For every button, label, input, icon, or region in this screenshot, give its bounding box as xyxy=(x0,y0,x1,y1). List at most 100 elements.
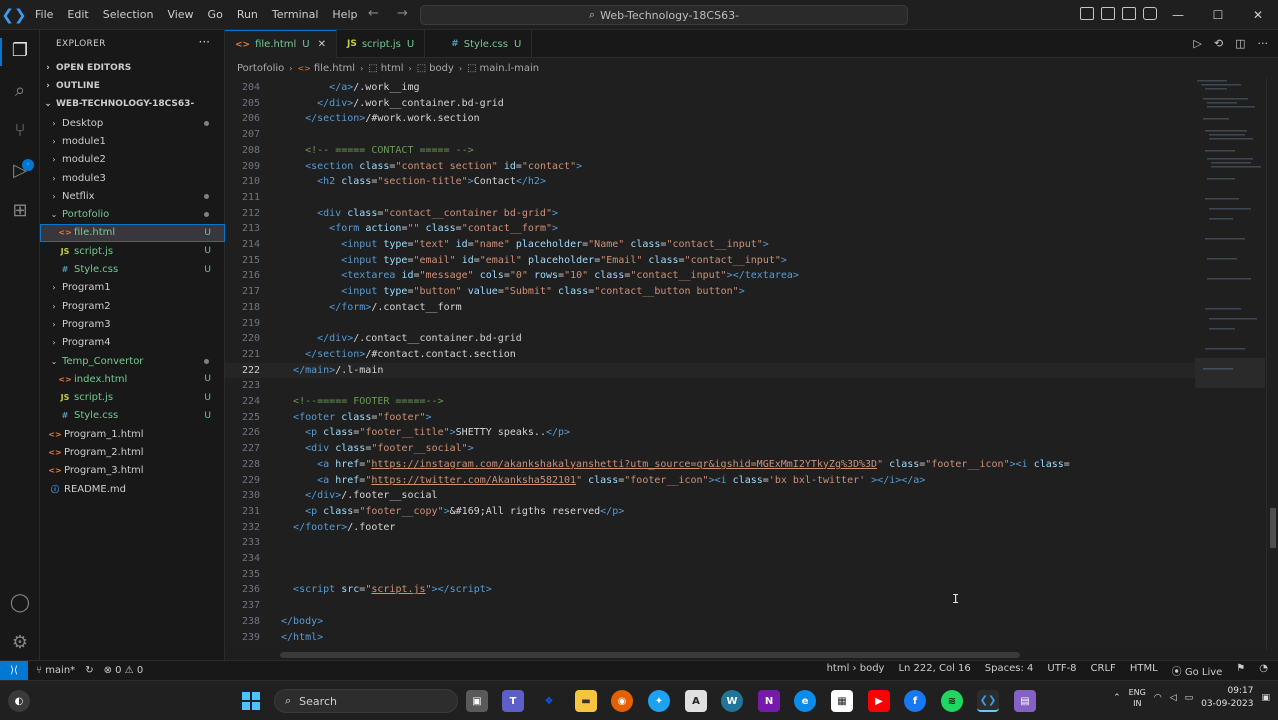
tree-item[interactable]: # Style.css U xyxy=(40,260,225,278)
scrollbar-thumb[interactable] xyxy=(1270,508,1276,548)
indentation[interactable]: Spaces: 4 xyxy=(985,663,1034,678)
tree-item[interactable]: › module2 xyxy=(40,151,225,169)
tree-item[interactable]: <> file.html U xyxy=(40,223,225,243)
menu-view[interactable]: View xyxy=(160,8,200,21)
remote-indicator-icon[interactable]: ⟩⟨ xyxy=(0,660,28,681)
task-view-icon[interactable]: ▣ xyxy=(466,690,488,712)
breadcrumb-item[interactable]: body xyxy=(429,63,454,74)
settings-gear-icon[interactable]: ⚙ xyxy=(8,630,32,654)
breadcrumb-item[interactable]: file.html xyxy=(314,63,355,74)
toggle-secondary-sidebar-icon[interactable] xyxy=(1122,7,1136,20)
run-icon[interactable]: ▷ xyxy=(1193,37,1201,50)
code-line[interactable]: 231 <p class="footer__copy">&#169;All ri… xyxy=(225,504,1195,520)
tree-item[interactable]: <> Program_2.html xyxy=(40,443,225,461)
minimize-button[interactable]: — xyxy=(1158,0,1198,30)
onenote-icon[interactable]: N xyxy=(758,690,780,712)
tree-item[interactable]: › Program4 xyxy=(40,334,225,352)
open-changes-icon[interactable]: ⟲ xyxy=(1214,37,1223,50)
facebook-icon[interactable]: f xyxy=(904,690,926,712)
tree-item[interactable]: JS script.js U xyxy=(40,242,225,260)
close-tab-icon[interactable]: ✕ xyxy=(318,39,326,50)
bird-app-icon[interactable]: ✦ xyxy=(648,690,670,712)
code-line[interactable]: 235 xyxy=(225,567,1195,583)
code-line[interactable]: 210 <h2 class="section-title">Contact</h… xyxy=(225,174,1195,190)
account-icon[interactable]: ◯ xyxy=(8,590,32,614)
code-line[interactable]: 225 <footer class="footer"> xyxy=(225,410,1195,426)
vscode-taskbar-icon[interactable]: ❮❯ xyxy=(977,690,999,712)
encoding[interactable]: UTF-8 xyxy=(1047,663,1076,678)
media-app-icon[interactable]: ▤ xyxy=(1014,690,1036,712)
menu-terminal[interactable]: Terminal xyxy=(265,8,326,21)
code-line[interactable]: 219 xyxy=(225,316,1195,332)
breadcrumb-item[interactable]: main.l-main xyxy=(480,63,540,74)
tree-item[interactable]: › Desktop xyxy=(40,114,225,132)
more-actions-icon[interactable]: ··· xyxy=(1258,37,1269,50)
dropbox-icon[interactable]: ❖ xyxy=(538,690,560,712)
code-line[interactable]: 221 </section>/#contact.contact.section xyxy=(225,347,1195,363)
wifi-icon[interactable]: ◠ xyxy=(1154,693,1162,703)
code-line[interactable]: 204 </a>/.work__img xyxy=(225,80,1195,96)
code-line[interactable]: 239 </html> xyxy=(225,630,1195,646)
file-explorer-icon[interactable]: ▬ xyxy=(575,690,597,712)
code-line[interactable]: 214 <input type="text" id="name" placeho… xyxy=(225,237,1195,253)
edge-icon[interactable]: e xyxy=(794,690,816,712)
language-indicator[interactable]: ENG IN xyxy=(1129,687,1146,709)
code-line[interactable]: 238 </body> xyxy=(225,614,1195,630)
open-editors-section[interactable]: › OPEN EDITORS xyxy=(40,59,225,77)
code-line[interactable]: 217 <input type="button" value="Submit" … xyxy=(225,284,1195,300)
calendar-icon[interactable]: ▦ xyxy=(831,690,853,712)
code-line[interactable]: 232 </footer>/.footer xyxy=(225,520,1195,536)
problems-indicator[interactable]: ⊗ 0 ⚠ 0 xyxy=(104,665,144,676)
menu-run[interactable]: Run xyxy=(230,8,265,21)
code-editor[interactable]: 204 </a>/.work__img 205 </div>/.work__con… xyxy=(225,78,1195,650)
code-line[interactable]: 234 xyxy=(225,551,1195,567)
workspace-section[interactable]: ⌄ WEB-TECHNOLOGY-18CS63- xyxy=(40,95,225,113)
maximize-button[interactable]: ☐ xyxy=(1198,0,1238,30)
chevron-up-icon[interactable]: ⌃ xyxy=(1113,693,1121,703)
spotify-icon[interactable]: ≋ xyxy=(941,690,963,712)
tab-file-html[interactable]: <> file.html U ✕ xyxy=(225,30,337,58)
run-debug-icon[interactable]: ▷ xyxy=(8,158,32,182)
tree-item[interactable]: <> Program_1.html xyxy=(40,425,225,443)
battery-icon[interactable]: ▭ xyxy=(1185,693,1194,703)
extensions-icon[interactable]: ⊞ xyxy=(8,198,32,222)
menu-go[interactable]: Go xyxy=(201,8,230,21)
tree-item[interactable]: › module3 xyxy=(40,169,225,187)
close-window-button[interactable]: ✕ xyxy=(1238,0,1278,30)
horizontal-scrollbar[interactable] xyxy=(280,652,1020,658)
breadcrumb-item[interactable]: html xyxy=(381,63,404,74)
notifications-bell-icon[interactable]: ◔ xyxy=(1259,663,1268,678)
code-line[interactable]: 215 <input type="email" id="email" place… xyxy=(225,253,1195,269)
volume-icon[interactable]: ◁ xyxy=(1170,693,1177,703)
code-line[interactable]: 206 </section>/#work.work.section xyxy=(225,111,1195,127)
go-live-button[interactable]: ⦿ Go Live xyxy=(1172,663,1223,678)
wordpress-icon[interactable]: W xyxy=(721,690,743,712)
line-ending[interactable]: CRLF xyxy=(1091,663,1116,678)
teams-icon[interactable]: T xyxy=(502,690,524,712)
firefox-icon[interactable]: ◉ xyxy=(611,690,633,712)
menu-edit[interactable]: Edit xyxy=(60,8,95,21)
source-control-icon[interactable]: ⑂ xyxy=(8,118,32,142)
code-line[interactable]: 216 <textarea id="message" cols="0" rows… xyxy=(225,268,1195,284)
code-line[interactable]: 227 <div class="footer__social"> xyxy=(225,441,1195,457)
code-line[interactable]: 222 </main>/.l-main xyxy=(225,362,1195,379)
split-editor-icon[interactable]: ◫ xyxy=(1235,37,1245,50)
code-line[interactable]: 205 </div>/.work__container.bd-grid xyxy=(225,96,1195,112)
sync-icon[interactable]: ↻ xyxy=(85,665,93,676)
minimap[interactable] xyxy=(1195,78,1265,650)
more-actions-icon[interactable]: ··· xyxy=(199,35,210,49)
tree-item[interactable]: › module1 xyxy=(40,132,225,150)
branch-indicator[interactable]: ⑂ main* xyxy=(36,665,75,676)
tree-item[interactable]: # Style.css U xyxy=(40,407,225,425)
code-line[interactable]: 229 <a href="https://twitter.com/Akanksh… xyxy=(225,473,1195,489)
code-line[interactable]: 226 <p class="footer__title">SHETTY spea… xyxy=(225,425,1195,441)
cursor-position[interactable]: Ln 222, Col 16 xyxy=(898,663,970,678)
store-icon[interactable]: A xyxy=(685,690,707,712)
vertical-scrollbar[interactable] xyxy=(1266,78,1278,650)
code-line[interactable]: 213 <form action="" class="contact__form… xyxy=(225,221,1195,237)
toggle-panel-icon[interactable] xyxy=(1101,7,1115,20)
tree-item[interactable]: › Program2 xyxy=(40,297,225,315)
code-line[interactable]: 218 </form>/.contact__form xyxy=(225,300,1195,316)
menu-help[interactable]: Help xyxy=(325,8,364,21)
toggle-sidebar-icon[interactable] xyxy=(1080,7,1094,20)
